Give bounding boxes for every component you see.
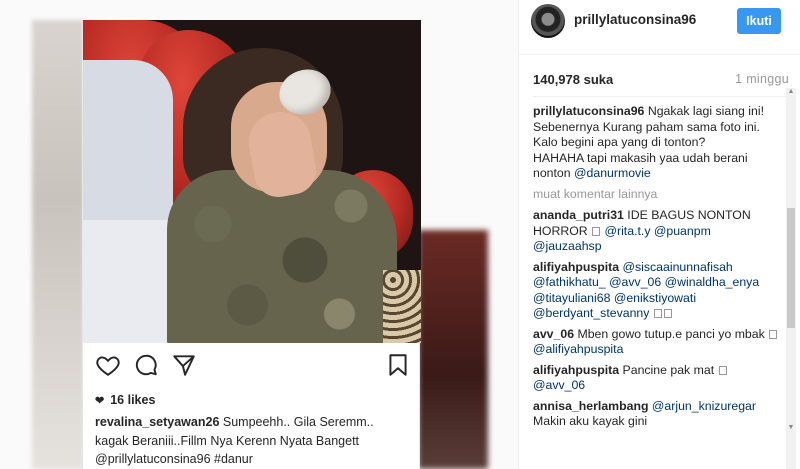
- post-timestamp[interactable]: 1 minggu: [735, 72, 789, 86]
- caption-hashtag[interactable]: #danur: [211, 452, 253, 466]
- comments-scrollbar[interactable]: ▲ ▼: [786, 88, 796, 469]
- comment-username[interactable]: alifiyahpuspita: [533, 260, 619, 274]
- likes-count[interactable]: ❤ 16 likes: [95, 393, 155, 407]
- comment-text: Makin aku kayak gini: [533, 414, 648, 428]
- comment-mention[interactable]: @rita.t.y: [605, 224, 651, 238]
- comment-mention[interactable]: @alifiyahpuspita: [533, 342, 623, 356]
- comment-mention[interactable]: @berdyant_stevanny: [533, 306, 649, 320]
- caption-comment: prillylatuconsina96 Ngakak lagi siang in…: [533, 104, 783, 182]
- comment-username[interactable]: alifiyahpuspita: [533, 363, 619, 377]
- caption-text: Sumpeehh.. Gila Seremm..: [219, 415, 374, 429]
- send-icon[interactable]: [171, 352, 197, 378]
- scroll-thumb[interactable]: [787, 208, 795, 328]
- emoji-placeholder-icon: [592, 226, 601, 236]
- heart-icon[interactable]: [95, 352, 121, 378]
- heart-icon: ❤: [95, 395, 105, 407]
- divider: [533, 96, 789, 97]
- bookmark-icon[interactable]: [385, 352, 411, 378]
- comment-text: Pancine pak mat: [619, 362, 718, 377]
- post-actions-bar: [95, 352, 409, 380]
- comment-item: alifiyahpuspita @siscaainunnafisah @fath…: [533, 260, 783, 322]
- comment-mention[interactable]: @puanpm: [650, 224, 711, 238]
- comment-mention[interactable]: @avv_06: [606, 275, 661, 289]
- caption-mention[interactable]: @prillylatuconsina96: [95, 452, 211, 466]
- comment-item: avv_06 Mben gowo tutup.e panci yo mbak @…: [533, 327, 783, 358]
- comment-username[interactable]: prillylatuconsina96: [533, 104, 644, 118]
- comment-username[interactable]: ananda_putri31: [533, 208, 624, 222]
- divider: [519, 54, 800, 55]
- blurred-right-edge: [418, 230, 488, 469]
- comment-mention[interactable]: @danurmovie: [574, 166, 651, 180]
- emoji-placeholder-icon: [718, 365, 727, 375]
- like-count[interactable]: 140,978 suka: [533, 72, 613, 87]
- comment-item: annisa_herlambang @arjun_knizuregar Maki…: [533, 399, 783, 430]
- comment-text: Mben gowo tutup.e panci yo mbak: [574, 326, 769, 341]
- comment-username[interactable]: annisa_herlambang: [533, 399, 649, 413]
- emoji-placeholder-icon: [769, 329, 778, 339]
- load-more-comments[interactable]: muat komentar lainnya: [533, 187, 783, 203]
- comment-mention[interactable]: @jauzaahsp: [533, 239, 602, 253]
- comment-username[interactable]: avv_06: [533, 327, 574, 341]
- comment-item: alifiyahpuspita Pancine pak mat @avv_06: [533, 363, 783, 394]
- post-header: prillylatuconsina96 Ikuti: [519, 0, 800, 44]
- comment-mention[interactable]: @arjun_knizuregar: [649, 399, 756, 413]
- comment-mention[interactable]: @enikstiyowati: [610, 291, 696, 305]
- comment-mention[interactable]: @fathikhatu_: [533, 275, 606, 289]
- embedded-post-card: ❤ 16 likes revalina_setyawan26 Sumpeehh..…: [82, 20, 421, 469]
- header-username[interactable]: prillylatuconsina96: [574, 12, 696, 27]
- background-post-area: ❤ 16 likes revalina_setyawan26 Sumpeehh..…: [0, 0, 518, 469]
- emoji-placeholder-icon: [663, 309, 672, 318]
- comment-icon[interactable]: [133, 352, 159, 378]
- post-meta: 140,978 suka 1 minggu: [533, 72, 789, 87]
- post-photo: [83, 20, 421, 343]
- caption-username[interactable]: revalina_setyawan26: [95, 415, 219, 429]
- comment-mention[interactable]: @winaldha_enya: [661, 275, 760, 289]
- avatar[interactable]: [531, 4, 565, 38]
- caption-text: kagak Beraniii..Fillm Nya Kerenn Nyata B…: [95, 433, 360, 448]
- scroll-up-arrow-icon[interactable]: ▲: [786, 88, 796, 98]
- post-sidebar: prillylatuconsina96 Ikuti 140,978 suka 1…: [518, 0, 800, 469]
- comment-item: ananda_putri31 IDE BAGUS NONTON HORROR @…: [533, 208, 783, 255]
- leopard-print-cloth: [383, 270, 421, 343]
- scroll-down-arrow-icon[interactable]: ▼: [786, 424, 796, 434]
- comment-text: Kalo begini apa yang di tonton?: [533, 135, 706, 149]
- comment-mention[interactable]: @siscaainunnafisah: [619, 260, 733, 274]
- follow-button[interactable]: Ikuti: [737, 8, 781, 34]
- blurred-left-edge: [32, 20, 84, 469]
- post-caption: revalina_setyawan26 Sumpeehh.. Gila Sere…: [95, 413, 415, 469]
- comment-mention[interactable]: @titayuliani68: [533, 291, 610, 305]
- comments-list: prillylatuconsina96 Ngakak lagi siang in…: [533, 104, 783, 435]
- emoji-placeholder-icon: [653, 309, 662, 318]
- comment-mention[interactable]: @avv_06: [533, 378, 585, 392]
